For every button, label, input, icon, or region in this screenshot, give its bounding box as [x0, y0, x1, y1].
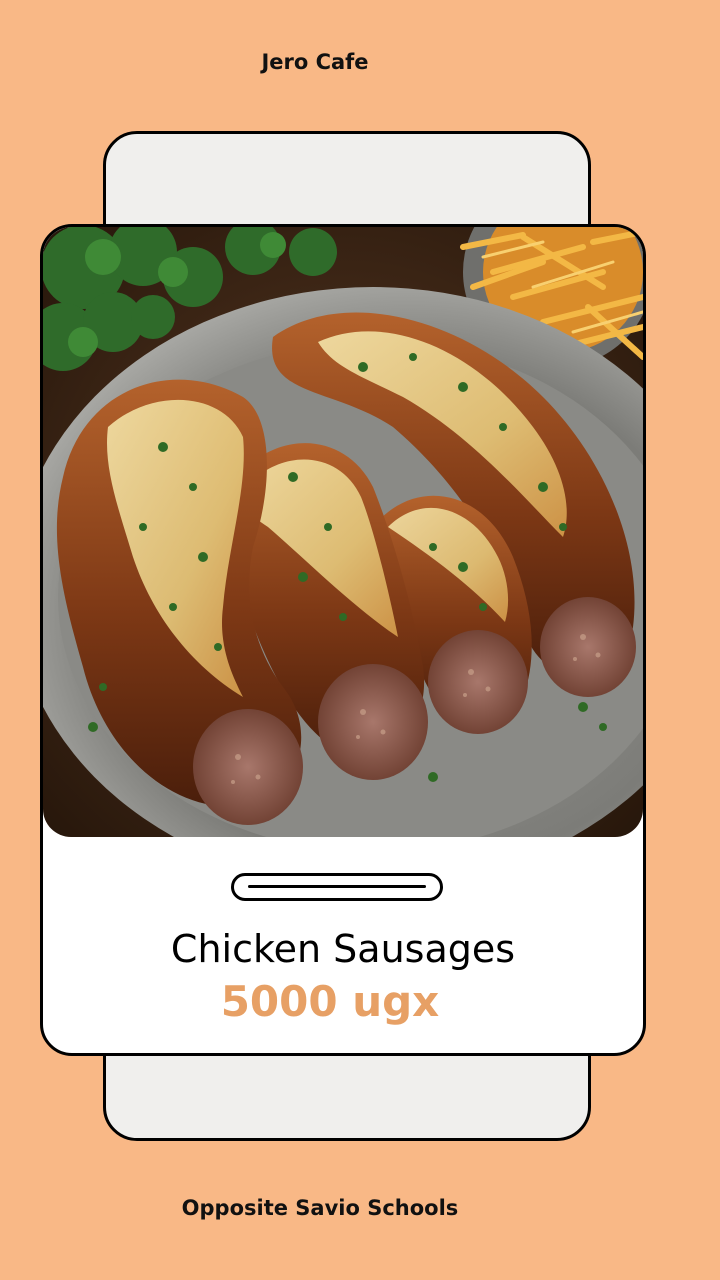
- product-card[interactable]: Chicken Sausages 5000 ugx: [40, 224, 646, 1056]
- location-text: Opposite Savio Schools: [181, 1196, 459, 1220]
- drag-handle-line: [248, 885, 426, 888]
- product-photo: [43, 227, 643, 837]
- product-price: 5000 ugx: [220, 977, 440, 1026]
- drag-handle[interactable]: [231, 873, 443, 901]
- product-name: Chicken Sausages: [170, 927, 516, 971]
- cafe-name: Jero Cafe: [261, 50, 369, 74]
